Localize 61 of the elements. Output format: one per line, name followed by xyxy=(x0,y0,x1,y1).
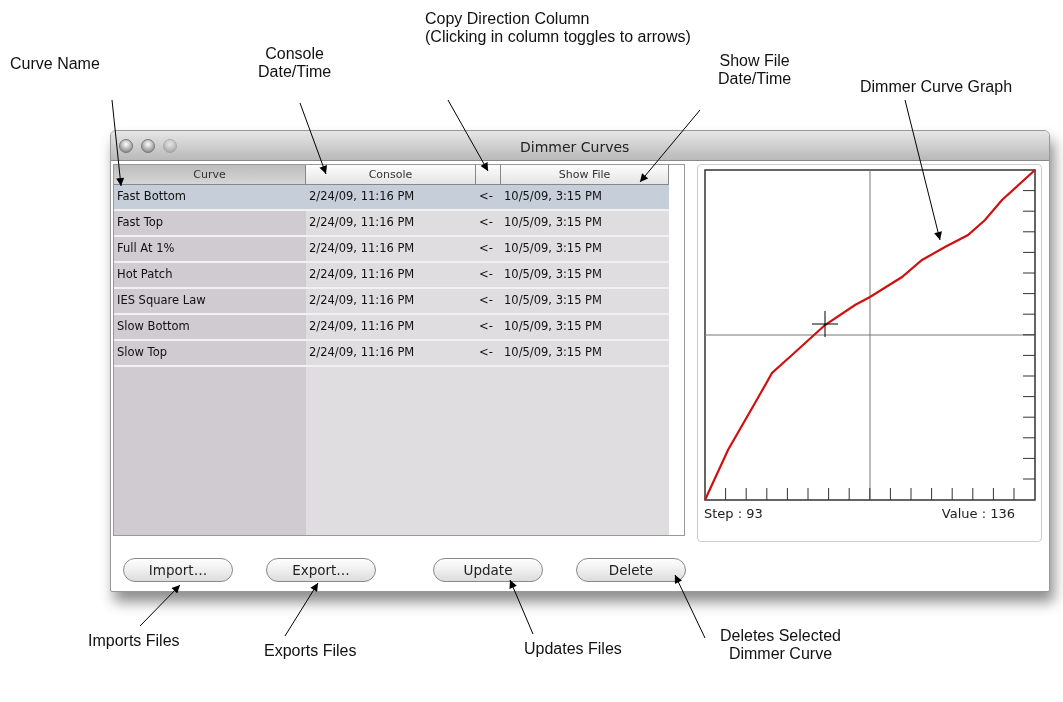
zoom-button[interactable] xyxy=(163,138,177,153)
table-cell-text: 2/24/09, 11:16 PM xyxy=(308,188,416,206)
copy-direction-cell[interactable]: <- xyxy=(476,214,501,232)
table-cell-text: 2/24/09, 11:16 PM xyxy=(308,214,416,232)
callout-label: Imports Files xyxy=(88,632,180,651)
leader-arrow xyxy=(284,582,319,637)
leader-arrow xyxy=(509,579,534,635)
update-button[interactable]: Update xyxy=(433,558,543,582)
column-header[interactable]: Console xyxy=(306,165,476,184)
callout-label: Deletes Selected Dimmer Curve xyxy=(720,627,841,664)
table-cell-text: Fast Top xyxy=(116,214,165,232)
table-cell-text: 2/24/09, 11:16 PM xyxy=(308,292,416,310)
table-row[interactable]: Fast Bottom 2/24/09, 11:16 PM <- 10/5/09, 3:15 PM xyxy=(114,185,669,211)
table-cell-text: Slow Bottom xyxy=(116,318,191,336)
value-readout: Value : 136 xyxy=(941,505,1015,523)
table-cell-text: Hot Patch xyxy=(116,266,174,284)
table-cell-text: IES Square Law xyxy=(116,292,207,310)
table-cell-text: 2/24/09, 11:16 PM xyxy=(308,344,416,362)
table-row[interactable]: Fast Top 2/24/09, 11:16 PM <- 10/5/09, 3:15 PM xyxy=(114,211,669,237)
leader-arrow xyxy=(139,584,181,627)
callout-label: Copy Direction Column (Clicking in column toggles to arrows) xyxy=(425,10,691,47)
delete-button[interactable]: Delete xyxy=(576,558,686,582)
callout-label: Exports Files xyxy=(264,642,357,661)
callout-label: Dimmer Curve Graph xyxy=(860,78,1013,97)
close-button[interactable] xyxy=(119,138,133,153)
table-cell-text: 10/5/09, 3:15 PM xyxy=(503,318,603,336)
callout-label: Curve Name xyxy=(10,55,100,74)
export-button[interactable]: Export… xyxy=(266,558,376,582)
import-button[interactable]: Import… xyxy=(123,558,233,582)
table-cell-text: 10/5/09, 3:15 PM xyxy=(503,344,603,362)
copy-direction-cell[interactable]: <- xyxy=(476,318,501,336)
table-cell-text: 2/24/09, 11:16 PM xyxy=(308,318,416,336)
window-title: Dimmer Curves xyxy=(520,138,630,157)
column-header[interactable]: Show File xyxy=(501,165,669,184)
table-cell-text: Slow Top xyxy=(116,344,168,362)
table-cell-text: Full At 1% xyxy=(116,240,176,258)
callout-label: Show File Date/Time xyxy=(718,52,792,89)
copy-direction-cell[interactable]: <- xyxy=(476,266,501,284)
table-cell-text: 10/5/09, 3:15 PM xyxy=(503,214,603,232)
table-cell-text: 10/5/09, 3:15 PM xyxy=(503,240,603,258)
callout-label: Updates Files xyxy=(524,640,622,659)
table-cell-text: 10/5/09, 3:15 PM xyxy=(503,292,603,310)
table-row[interactable]: Hot Patch 2/24/09, 11:16 PM <- 10/5/09, 3:15 PM xyxy=(114,263,669,289)
step-readout: Step : 93 xyxy=(704,505,763,523)
copy-direction-cell[interactable]: <- xyxy=(476,188,501,206)
table-cell-text: 2/24/09, 11:16 PM xyxy=(308,266,416,284)
callout-label: Console Date/Time xyxy=(258,45,332,82)
column-header[interactable]: Curve xyxy=(114,165,306,184)
copy-direction-cell[interactable]: <- xyxy=(476,344,501,362)
table-cell-text: 2/24/09, 11:16 PM xyxy=(308,240,416,258)
table-row[interactable]: Slow Bottom 2/24/09, 11:16 PM <- 10/5/09, 3:15 PM xyxy=(114,315,669,341)
copy-direction-cell[interactable]: <- xyxy=(476,292,501,310)
table-cell-text: Fast Bottom xyxy=(116,188,187,206)
table-cell-text: 10/5/09, 3:15 PM xyxy=(503,266,603,284)
minimize-button[interactable] xyxy=(141,138,155,153)
leader-arrow xyxy=(674,574,706,639)
table-cell-text: 10/5/09, 3:15 PM xyxy=(503,188,603,206)
table-row[interactable]: Full At 1% 2/24/09, 11:16 PM <- 10/5/09, 3:15 PM xyxy=(114,237,669,263)
copy-direction-cell[interactable]: <- xyxy=(476,240,501,258)
table-row[interactable]: IES Square Law 2/24/09, 11:16 PM <- 10/5/09, 3:15 PM xyxy=(114,289,669,315)
table-row[interactable]: Slow Top 2/24/09, 11:16 PM <- 10/5/09, 3:15 PM xyxy=(114,341,669,367)
